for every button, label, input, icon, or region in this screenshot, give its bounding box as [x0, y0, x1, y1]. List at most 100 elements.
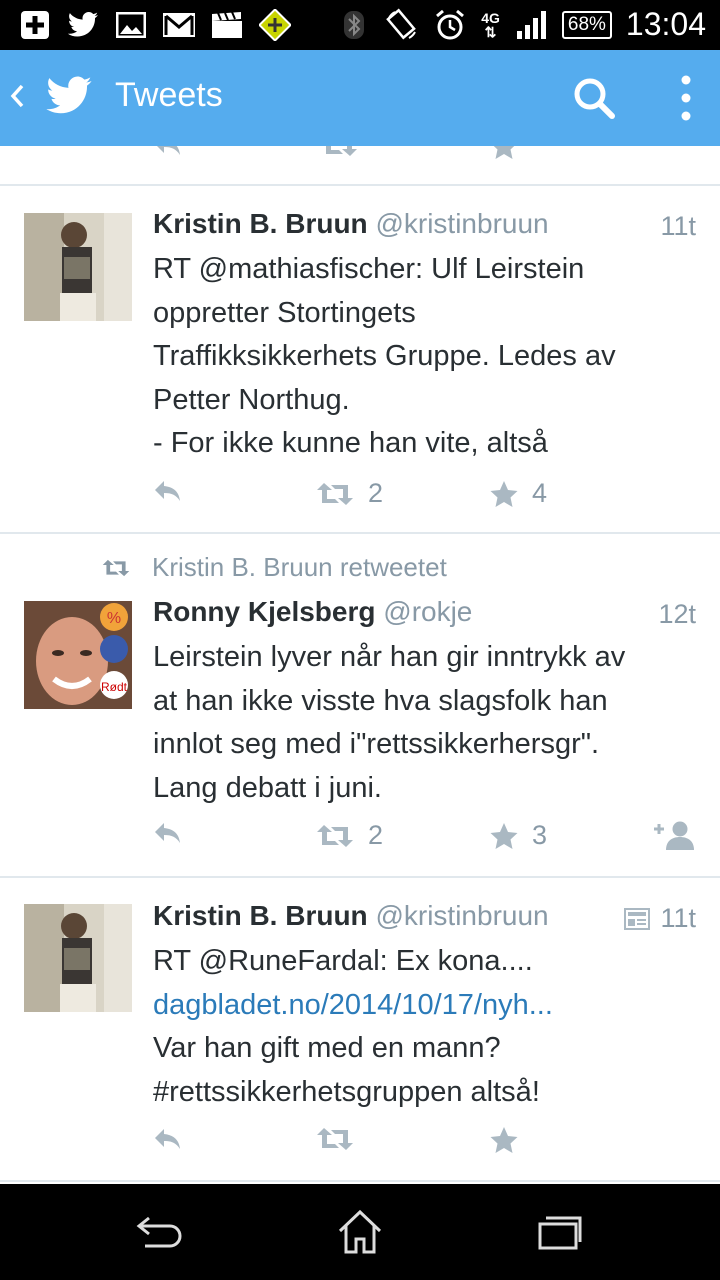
retweet-icon: [326, 146, 357, 156]
bluetooth-icon: [337, 8, 371, 42]
clock: 13:04: [625, 6, 706, 42]
retweet-icon: [317, 482, 353, 505]
reply-button[interactable]: [152, 1126, 184, 1152]
retweet-count: 2: [368, 478, 384, 508]
tweet-line: oppretter Stortingets: [153, 296, 416, 329]
battery-icon: 68%: [561, 10, 612, 39]
tweet-actions: 2 3: [150, 820, 710, 860]
favorite-count: 4: [532, 478, 548, 508]
tweet-header: Ronny Kjelsberg @rokje: [153, 596, 472, 628]
network-type: 4G ⇅: [481, 9, 500, 40]
author-handle[interactable]: @kristinbruun: [375, 900, 548, 931]
reply-button[interactable]: [152, 478, 184, 504]
plus-icon: [18, 8, 52, 42]
back-button[interactable]: [8, 74, 104, 122]
retweet-icon: [317, 1128, 353, 1150]
recent-apps-icon: [538, 1216, 582, 1250]
home-icon: [338, 1209, 382, 1254]
retweeted-by[interactable]: Kristin B. Bruun retweetet: [152, 552, 447, 583]
tweet-line: Var han gift med en mann?: [153, 1032, 501, 1064]
tweet-actions: 2 4: [150, 478, 710, 518]
tweet[interactable]: Kristin B. Bruun retweetet % Rødt Ronny …: [0, 532, 720, 878]
tweet-line: innlot seg med i"rettssikkerhersgr".: [153, 728, 600, 760]
svg-text:%: %: [107, 610, 121, 627]
reply-button[interactable]: [152, 820, 184, 846]
tweet-link[interactable]: dagbladet.no/2014/10/17/nyh...: [153, 984, 698, 1028]
avatar[interactable]: [24, 904, 132, 1012]
tweet-line: at han ikke visste hva slagsfolk han: [153, 684, 608, 717]
add-user-icon: [654, 821, 694, 850]
favorite-button[interactable]: [490, 1126, 532, 1154]
more-options-button[interactable]: [664, 72, 708, 124]
reply-button[interactable]: [152, 146, 184, 158]
summary-card-icon: [624, 907, 651, 930]
twitter-bird-icon: [66, 8, 100, 42]
star-icon: [490, 480, 518, 507]
tweet-text: RT @mathiasfischer: Ulf Leirstein oppret…: [153, 248, 698, 466]
avatar[interactable]: [24, 213, 132, 321]
rotate-icon: [385, 8, 419, 42]
tweet-time: 11t: [624, 903, 696, 934]
nav-back-button[interactable]: [120, 1202, 200, 1262]
reply-icon: [155, 823, 180, 843]
follow-button[interactable]: [652, 820, 696, 850]
search-icon: [574, 78, 615, 119]
tweet-line: RT @mathiasfischer: Ulf Leirstein: [153, 253, 585, 285]
author-name[interactable]: Kristin B. Bruun: [153, 900, 368, 931]
tweet-line: Traffikksikkerhets Gruppe. Ledes av: [153, 340, 616, 372]
retweet-button[interactable]: 2: [316, 820, 383, 851]
tweet[interactable]: Kristin B. Bruun @kristinbruun 11t RT @R…: [0, 878, 720, 1182]
back-arrow-icon: [136, 1216, 182, 1248]
chevron-left-icon: [8, 82, 26, 115]
reply-icon: [157, 146, 180, 155]
retweet-button[interactable]: 2: [316, 478, 383, 509]
retweet-icon: [317, 824, 353, 847]
tweet-header: Kristin B. Bruun @kristinbruun: [153, 208, 549, 240]
author-handle[interactable]: @kristinbruun: [375, 208, 548, 239]
app-icon: [258, 8, 292, 42]
favorite-button[interactable]: 3: [490, 820, 547, 851]
tweet-time: 12t: [658, 599, 696, 629]
alarm-icon: [433, 8, 467, 42]
image-icon: [114, 8, 148, 42]
favorite-button[interactable]: [490, 146, 518, 160]
twitter-bird-icon: [44, 75, 94, 122]
retweet-button[interactable]: [316, 1126, 368, 1152]
reply-icon: [155, 481, 180, 501]
avatar[interactable]: % Rødt: [24, 601, 132, 709]
gmail-icon: [162, 8, 196, 42]
star-icon: [490, 1127, 518, 1153]
favorite-button[interactable]: 4: [490, 478, 547, 509]
more-vertical-icon: [681, 75, 691, 121]
tweet-actions: [150, 1126, 710, 1166]
author-handle[interactable]: @rokje: [383, 596, 472, 627]
reply-icon: [155, 1129, 180, 1149]
tweet-time-text: 11t: [660, 903, 696, 933]
search-button[interactable]: [570, 74, 622, 126]
author-name[interactable]: Ronny Kjelsberg: [153, 596, 375, 627]
nav-recents-button[interactable]: [520, 1202, 600, 1262]
signal-icon: [514, 8, 548, 42]
retweet-count: 2: [368, 820, 384, 850]
tweet-hashtag-line[interactable]: #rettssikkerhetsgruppen altså!: [153, 1071, 698, 1115]
retweet-context: Kristin B. Bruun retweetet: [102, 552, 447, 583]
tweet[interactable]: Kristin B. Bruun @kristinbruun 11t RT @m…: [0, 184, 720, 534]
tweet-line: RT @RuneFardal: Ex kona....: [153, 945, 533, 977]
page-title: Tweets: [115, 76, 223, 114]
retweet-button[interactable]: [320, 146, 358, 158]
tweet-actions: [150, 146, 710, 172]
status-bar: 4G ⇅ 68% 13:04: [0, 0, 720, 50]
tweet-line: Lang debatt i juni.: [153, 771, 382, 804]
tweet-text: RT @RuneFardal: Ex kona.... dagbladet.no…: [153, 940, 698, 1114]
author-name[interactable]: Kristin B. Bruun: [153, 208, 368, 239]
timeline[interactable]: Kristin B. Bruun @kristinbruun 11t RT @m…: [0, 146, 720, 1184]
tweet-line: - For ikke kunne han vite, altså: [153, 427, 548, 459]
tweet-line: Petter Northug.: [153, 383, 350, 416]
tweet-partial[interactable]: [0, 146, 720, 186]
nav-home-button[interactable]: [320, 1202, 400, 1262]
star-icon: [490, 822, 518, 849]
star-icon: [493, 146, 515, 159]
tweet-header: Kristin B. Bruun @kristinbruun: [153, 900, 549, 932]
retweet-icon: [102, 559, 130, 576]
system-nav-bar: [0, 1184, 720, 1280]
